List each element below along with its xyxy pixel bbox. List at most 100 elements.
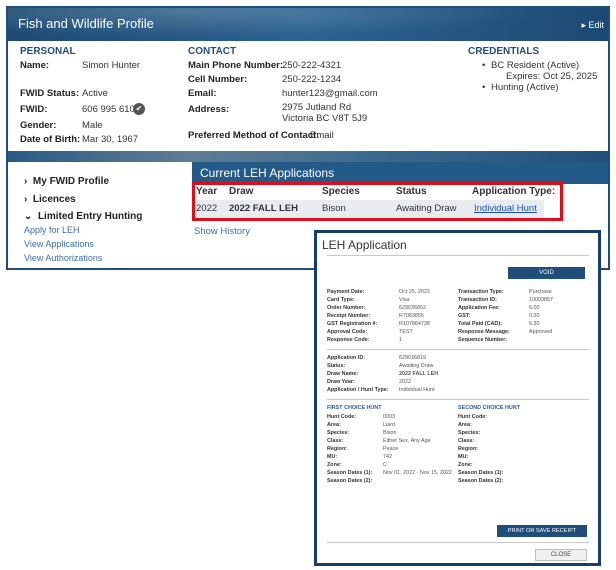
cell-value: 250-222-1234 [282,74,342,85]
application-fee-label: Application Fee: [458,305,500,311]
fc-area-value: Liard [383,422,395,428]
modal-title: LEH Application [322,238,407,252]
show-history-link[interactable]: Show History [194,226,250,237]
draw-year-value: 2022 [399,379,411,385]
fc-region-value: Peace [383,446,399,452]
receipt-number-label: Receipt Number: [327,313,371,319]
contact-heading: CONTACT [188,46,237,57]
application-id-value: 629036819 [399,355,426,361]
leh-application-modal: LEH Application VOID Payment Date: Oct 2… [314,230,601,566]
profile-banner: Fish and Wildlife Profile ▸ Edit [8,8,608,41]
void-button[interactable]: VOID [508,267,585,279]
main-phone-label: Main Phone Number: [188,60,284,71]
view-authorizations-link[interactable]: View Authorizations [24,253,102,263]
main-phone-value: 250-222-4321 [282,60,342,71]
address-label: Address: [188,104,230,115]
nav-leh-label: Limited Entry Hunting [37,211,143,222]
hunt-type-value: Individual Hunt [399,387,435,393]
order-number-label: Order Number: [327,305,366,311]
sequence-number-label: Sequence Number: [458,337,508,343]
fwid-status-value: Active [82,88,108,99]
chevron-right-icon: › [24,194,28,205]
print-receipt-button[interactable]: PRINT OR SAVE RECEIPT [497,525,587,537]
application-id-label: Application ID: [327,355,366,361]
app-status-value: Awaiting Draw [399,363,434,369]
decorative-strip [8,151,608,162]
fc-class-value: Either Sex, Any Age [383,438,431,444]
fc-season1-value: Nov 01, 2022 - Nov 15, 2022 [383,470,452,476]
response-message-value: Approved [529,329,553,335]
fwid-status-label: FWID Status: [20,88,80,99]
sc-area-label: Area: [458,422,472,428]
transaction-type-value: Purchase [529,289,552,295]
application-fee-value: 6.00 [529,305,540,311]
dob-label: Date of Birth: [20,134,81,145]
credential-expiry: Expires: Oct 25, 2025 [506,71,598,82]
chevron-right-icon: › [24,176,28,187]
preferred-contact-value: Email [310,130,334,141]
credential-hunting: Hunting (Active) [482,82,559,93]
draw-name-label: Draw Name: [327,371,359,377]
divider [327,399,589,400]
nav-my-profile-label: My FWID Profile [32,176,110,187]
sc-zone-label: Zone: [458,462,473,468]
highlight-box [192,182,563,221]
fc-mu-value: 742 [383,454,392,460]
fc-mu-label: MU: [327,454,338,460]
response-code-value: 1 [399,337,402,343]
sc-season1-label: Season Dates (1): [458,470,504,476]
preferred-contact-label: Preferred Method of Contact: [188,130,320,141]
sc-season2-label: Season Dates (2): [458,478,504,484]
sc-hunt-code-label: Hunt Code: [458,414,488,420]
sc-species-label: Species: [458,430,481,436]
sc-region-label: Region: [458,446,479,452]
hunt-type-label: Application / Hunt Type: [327,387,389,393]
receipt-number-value: R7083856 [399,313,424,319]
fc-season1-label: Season Dates (1): [327,470,373,476]
second-choice-heading: SECOND CHOICE HUNT [458,405,520,411]
fc-zone-value: C [383,462,387,468]
chevron-down-icon: ⌄ [24,211,33,222]
credentials-heading: CREDENTIALS [468,46,540,57]
apply-leh-link[interactable]: Apply for LEH [24,225,80,235]
approval-code-value: TEST [399,329,413,335]
divider [327,349,589,350]
email-value: hunter123@gmail.com [282,88,378,99]
fc-area-label: Area: [327,422,341,428]
sc-mu-label: MU: [458,454,469,460]
profile-title: Fish and Wildlife Profile [18,16,154,31]
gst-registration-label: GST Registration #: [327,321,378,327]
personal-heading: PERSONAL [20,46,76,57]
fc-zone-label: Zone: [327,462,342,468]
address-line1: 2975 Jutland Rd [282,102,352,113]
leh-table-title: Current LEH Applications [200,166,335,180]
gender-label: Gender: [20,120,57,131]
card-type-value: Visa [399,297,410,303]
edit-link[interactable]: ▸ Edit [581,20,604,31]
sc-class-label: Class: [458,438,475,444]
gst-value: 0.30 [529,313,540,319]
gender-value: Male [82,120,103,131]
fc-species-label: Species: [327,430,350,436]
fwid-label: FWID: [20,104,48,115]
nav-licences-label: Licences [32,194,76,205]
total-paid-value: 6.30 [529,321,540,327]
gst-label: GST: [458,313,471,319]
fc-season2-label: Season Dates (2): [327,478,373,484]
gst-registration-value: R107864738 [399,321,430,327]
payment-date-label: Payment Date: [327,289,365,295]
credential-bc-resident: BC Resident (Active) [482,60,579,71]
response-code-label: Response Code: [327,337,370,343]
nav-limited-entry-hunting[interactable]: ⌄ Limited Entry Hunting [24,211,142,222]
leh-table-header: Current LEH Applications [192,162,608,184]
dob-value: Mar 30, 1967 [82,134,138,145]
close-button[interactable]: CLOSE [535,549,587,561]
fc-hunt-code-value: 0003 [383,414,395,420]
transaction-type-label: Transaction Type: [458,289,504,295]
transaction-id-value: 10003857 [529,297,553,303]
verified-check-icon: ✔ [133,103,145,115]
nav-my-profile[interactable]: › My FWID Profile [24,176,109,187]
fc-hunt-code-label: Hunt Code: [327,414,357,420]
nav-licences[interactable]: › Licences [24,194,76,205]
view-applications-link[interactable]: View Applications [24,239,94,249]
